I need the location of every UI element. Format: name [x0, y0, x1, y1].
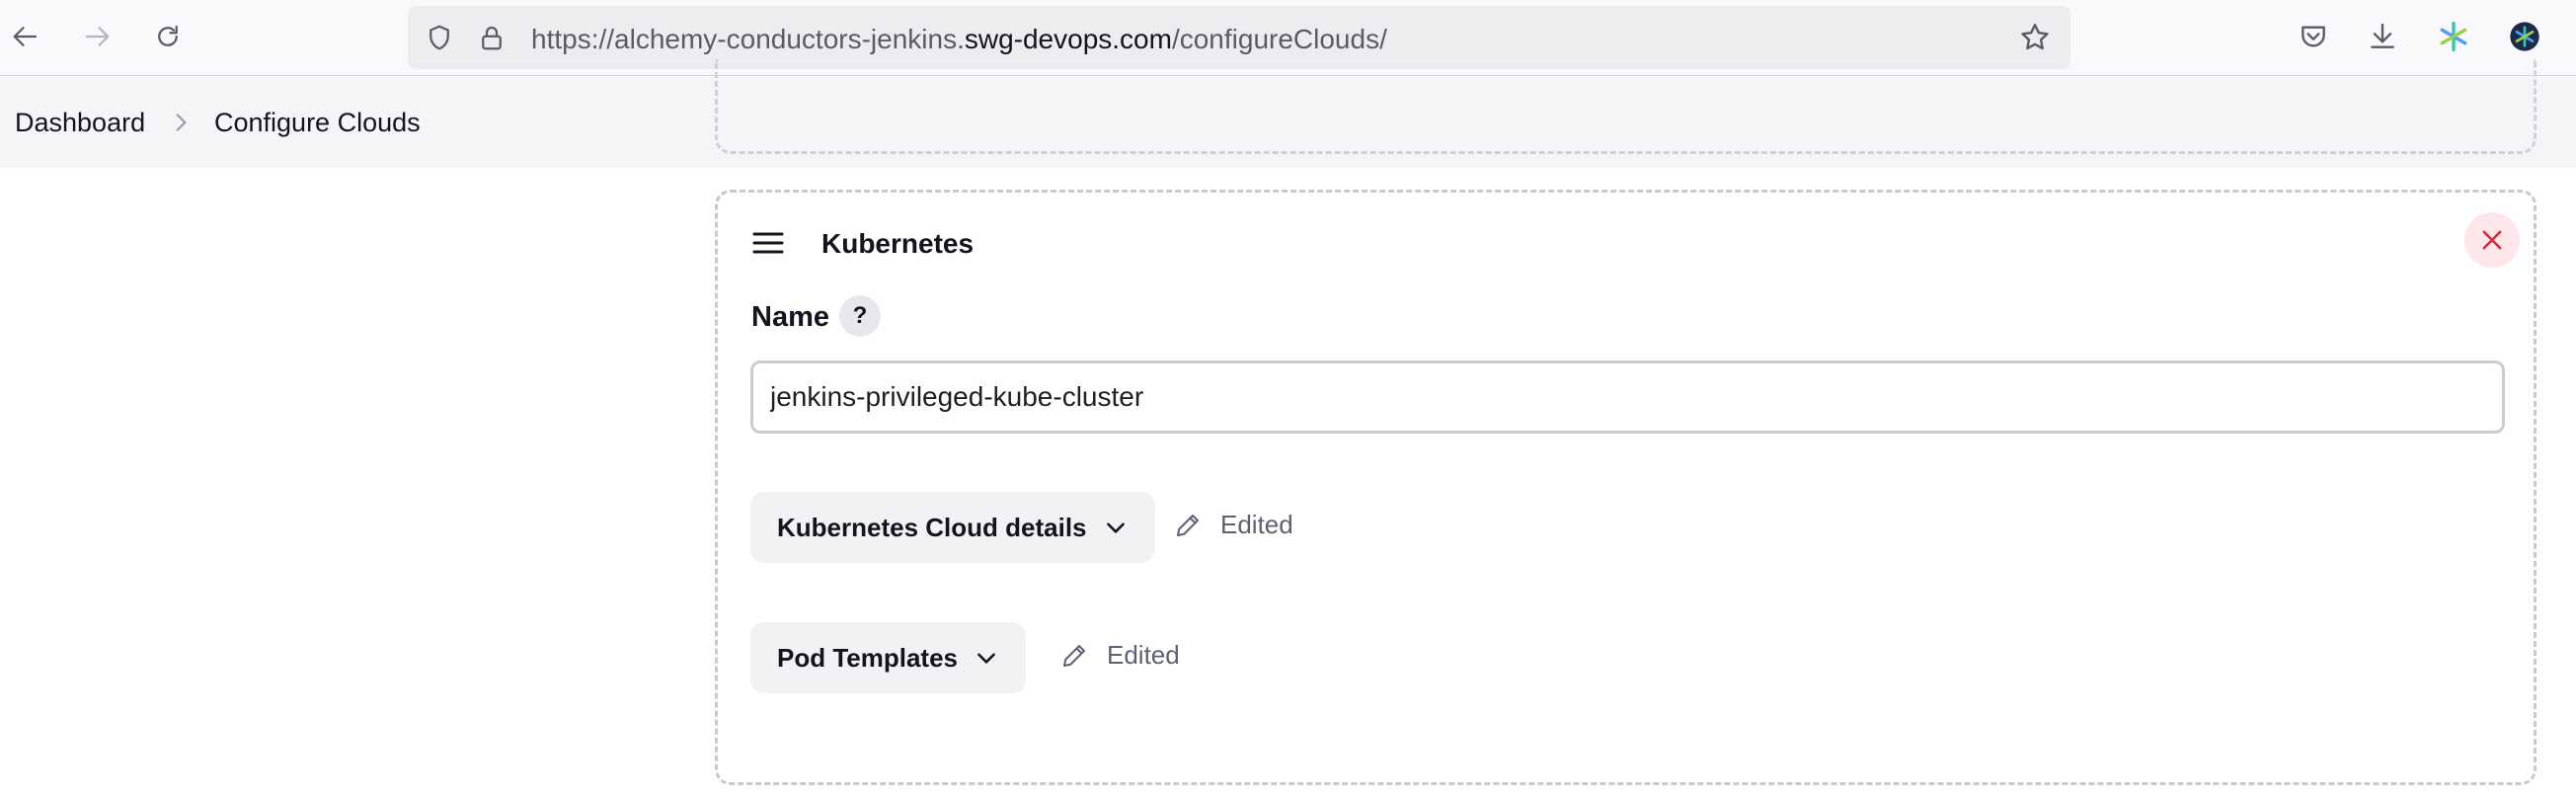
- edited-label: Edited: [1220, 510, 1293, 539]
- bookmark-star-icon[interactable]: [2018, 21, 2052, 54]
- account-icon: [2510, 22, 2539, 51]
- breadcrumb-dashboard[interactable]: Dashboard: [15, 107, 145, 138]
- back-arrow-icon: [13, 27, 38, 46]
- download-icon: [2371, 23, 2394, 48]
- pod-templates-status: Edited: [1059, 640, 1180, 671]
- name-label: Name: [751, 301, 829, 333]
- chevron-right-icon: [176, 114, 187, 131]
- forward-button[interactable]: [77, 17, 117, 56]
- url-path: /configureClouds/: [1171, 24, 1387, 54]
- chevron-down-icon: [977, 653, 995, 664]
- tracking-shield-icon[interactable]: [425, 23, 454, 52]
- url-text[interactable]: https://alchemy-conductors-jenkins.swg-d…: [531, 25, 1387, 54]
- pod-templates-button[interactable]: Pod Templates: [750, 622, 1027, 693]
- url-domain: swg-devops.com: [964, 24, 1172, 54]
- pencil-icon: [1177, 514, 1199, 536]
- extension-icon: [2440, 21, 2467, 52]
- kubernetes-cloud-details-status: Edited: [1173, 510, 1293, 540]
- kubernetes-cloud-details-label: Kubernetes Cloud details: [777, 512, 1087, 542]
- downloads-button[interactable]: [2365, 19, 2400, 54]
- card-title: Kubernetes: [821, 228, 975, 259]
- reload-button[interactable]: [148, 17, 188, 56]
- drag-handle-icon[interactable]: [751, 228, 785, 258]
- name-help-button[interactable]: ?: [839, 295, 881, 337]
- forward-arrow-icon: [85, 27, 110, 46]
- pod-templates-label: Pod Templates: [777, 642, 959, 673]
- delete-cloud-button[interactable]: [2464, 212, 2520, 268]
- kubernetes-cloud-card: Kubernetes Name ? Kubernetes Cloud detai…: [715, 190, 2537, 785]
- pocket-button[interactable]: [2296, 19, 2331, 54]
- kubernetes-cloud-details-button[interactable]: Kubernetes Cloud details: [750, 492, 1155, 563]
- close-icon: [2482, 230, 2502, 250]
- reload-icon: [158, 25, 178, 46]
- pencil-icon: [1063, 644, 1085, 667]
- name-field[interactable]: [750, 360, 2505, 434]
- breadcrumb-configure-clouds[interactable]: Configure Clouds: [214, 107, 421, 138]
- back-button[interactable]: [6, 17, 45, 56]
- pocket-icon: [2302, 26, 2325, 47]
- previous-cloud-card: [715, 59, 2537, 154]
- account-button[interactable]: [2507, 19, 2542, 54]
- url-prefix: https://alchemy-conductors-jenkins.: [531, 24, 965, 54]
- extension-button[interactable]: [2436, 19, 2471, 54]
- lock-icon[interactable]: [477, 23, 507, 52]
- edited-label: Edited: [1107, 640, 1180, 670]
- chevron-down-icon: [1106, 522, 1125, 533]
